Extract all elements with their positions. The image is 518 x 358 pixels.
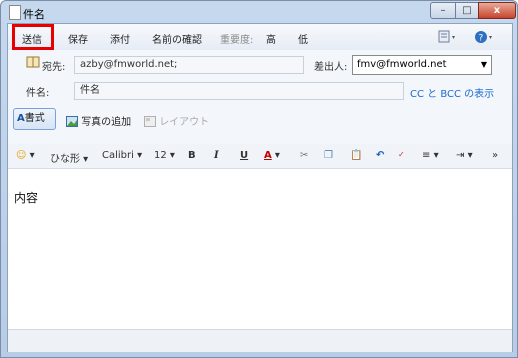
address-book-icon[interactable]: [26, 56, 40, 68]
command-bar: 送信 保存 添付 名前の確認 重要度: 高 低 ?: [8, 24, 512, 50]
bullets-button[interactable]: ≡ ▾: [422, 150, 439, 161]
bold-button[interactable]: B: [188, 150, 196, 161]
close-button[interactable]: x: [478, 2, 516, 19]
cc-bcc-link[interactable]: CC と BCC の表示: [410, 85, 494, 100]
font-size-label: 12: [154, 150, 167, 161]
cut-icon[interactable]: ✂: [300, 150, 308, 161]
svg-text:?: ?: [479, 34, 484, 44]
maximize-button[interactable]: □: [455, 2, 479, 19]
indent-icon: ⇥: [456, 150, 465, 161]
client-area: 送信 保存 添付 名前の確認 重要度: 高 低 ? 宛先: azby@fmwor…: [7, 23, 513, 352]
stationery-label: ひな形: [50, 154, 80, 165]
format-button[interactable]: A書式: [13, 108, 56, 130]
window-title: 件名: [23, 8, 45, 21]
to-field[interactable]: azby@fmworld.net;: [74, 56, 304, 74]
subject-label: 件名:: [26, 88, 50, 99]
priority-high-button[interactable]: 高: [266, 31, 276, 46]
from-label: 差出人:: [314, 62, 348, 73]
copy-icon[interactable]: ❐: [324, 150, 333, 161]
status-bar: [8, 329, 512, 352]
list-icon: ≡: [422, 150, 431, 161]
layout-icon: [144, 116, 156, 127]
priority-low-button[interactable]: 低: [298, 31, 308, 46]
from-select[interactable]: fmv@fmworld.net ▼: [352, 55, 492, 75]
title-bar: 件名 – □ x: [1, 1, 517, 23]
chevron-down-icon: ▼: [480, 60, 487, 69]
document-icon: [9, 5, 21, 20]
subject-field[interactable]: 件名: [74, 82, 404, 100]
smiley-icon: ☺: [16, 150, 27, 161]
font-label: Calibri: [102, 150, 134, 161]
check-names-button[interactable]: 名前の確認: [152, 31, 202, 46]
stationery-dropdown[interactable]: ひな形 ▾: [50, 150, 88, 165]
to-label[interactable]: 宛先:: [42, 58, 65, 73]
attach-button[interactable]: 添付: [110, 31, 130, 46]
photo-icon: [66, 116, 78, 127]
underline-button[interactable]: U: [240, 150, 248, 161]
undo-icon[interactable]: ↶: [376, 150, 384, 161]
italic-button[interactable]: I: [214, 150, 219, 161]
font-color-button[interactable]: A ▾: [264, 150, 280, 161]
minimize-button[interactable]: –: [430, 2, 456, 19]
indent-button[interactable]: ⇥ ▾: [456, 150, 473, 161]
save-button[interactable]: 保存: [68, 31, 88, 46]
format-icon: A: [17, 113, 25, 124]
menu-icon[interactable]: [438, 30, 458, 47]
layout-label: レイアウト: [159, 117, 210, 128]
layout-button[interactable]: レイアウト: [144, 113, 209, 128]
body-text: 内容: [14, 191, 39, 205]
font-size-dropdown[interactable]: 12 ▾: [154, 150, 175, 161]
font-color-icon: A: [264, 150, 272, 161]
add-photo-button[interactable]: 写真の追加: [66, 113, 131, 128]
add-photo-label: 写真の追加: [81, 117, 132, 128]
emoticon-button[interactable]: ☺ ▾: [16, 150, 35, 161]
message-body[interactable]: 内容: [8, 169, 512, 329]
send-highlight-box: [12, 24, 54, 50]
paste-icon[interactable]: 📋: [350, 150, 362, 161]
spellcheck-icon[interactable]: ✓: [398, 150, 405, 159]
more-button[interactable]: »: [492, 150, 498, 161]
priority-label: 重要度:: [220, 35, 254, 46]
font-dropdown[interactable]: Calibri ▾: [102, 150, 142, 161]
compose-window: 件名 – □ x 送信 保存 添付 名前の確認 重要度: 高 低 ? 宛先: a…: [0, 0, 518, 358]
formatting-toolbar: ☺ ▾ ひな形 ▾ Calibri ▾ 12 ▾ B I U A ▾ ✂ ❐ 📋…: [8, 144, 512, 169]
from-value: fmv@fmworld.net: [357, 59, 447, 70]
help-icon[interactable]: ?: [474, 30, 496, 47]
format-label: 書式: [24, 113, 45, 124]
